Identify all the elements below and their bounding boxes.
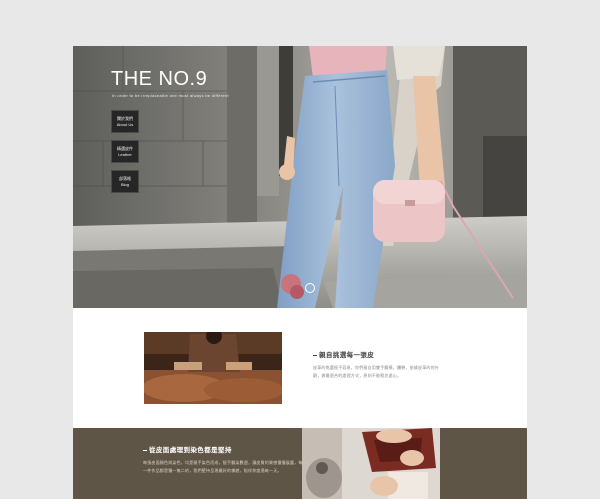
leather-craft-photo	[144, 332, 282, 404]
title-dash	[313, 354, 317, 356]
brand-title: THE NO.9	[111, 68, 208, 90]
title-dash	[143, 449, 147, 451]
craft-text: 親自挑選每一張皮 皮革的挑選極不容易，你們親自用雙手觸摸，體驗，依據皮革的的外觀…	[313, 349, 445, 379]
craft-title: 親自挑選每一張皮	[313, 349, 445, 359]
nav-blog-button[interactable]: 部落格 Blog	[111, 170, 139, 193]
nav-about-us-en: About Us	[116, 121, 134, 127]
sewing-photo	[302, 428, 440, 499]
scroll-down-icon[interactable]	[305, 283, 315, 293]
hero-banner: THE NO.9 In order to be irreplaceable on…	[73, 46, 527, 308]
nav-leather-en: Leather	[118, 151, 132, 157]
dye-title: 從皮面處理到染色都是堅持	[143, 444, 303, 454]
nav-blog-en: Blog	[120, 181, 129, 187]
nav-leather-button[interactable]: 精選皮件 Leather	[111, 140, 139, 163]
craft-title-text: 親自挑選每一張皮	[319, 352, 375, 359]
dye-section: 從皮面處理到染色都是堅持 每張皮面顏色與染色，均是親手染色而成，經手翻染數週，讓…	[73, 428, 527, 499]
dye-title-text: 從皮面處理到染色都是堅持	[149, 447, 232, 454]
craft-section: 親自挑選每一張皮 皮革的挑選極不容易，你們親自用雙手觸摸，體驗，依據皮革的的外觀…	[73, 308, 527, 428]
dye-text: 從皮面處理到染色都是堅持 每張皮面顏色與染色，均是親手染色而成，經手翻染數週，讓…	[143, 444, 303, 474]
dye-body: 每張皮面顏色與染色，均是親手染色而成，經手翻染數週，讓皮質的質感慢慢展露，每一件…	[143, 460, 303, 473]
craft-body: 皮革的挑選極不容易，你們親自用雙手觸摸，體驗，依據皮革的的外觀，做最適合的處理方…	[313, 365, 439, 378]
nav-about-us-button[interactable]: 關於我們 About Us	[111, 110, 139, 133]
brand-tagline: In order to be irreplaceable one must al…	[112, 93, 229, 98]
page: THE NO.9 In order to be irreplaceable on…	[73, 46, 527, 499]
